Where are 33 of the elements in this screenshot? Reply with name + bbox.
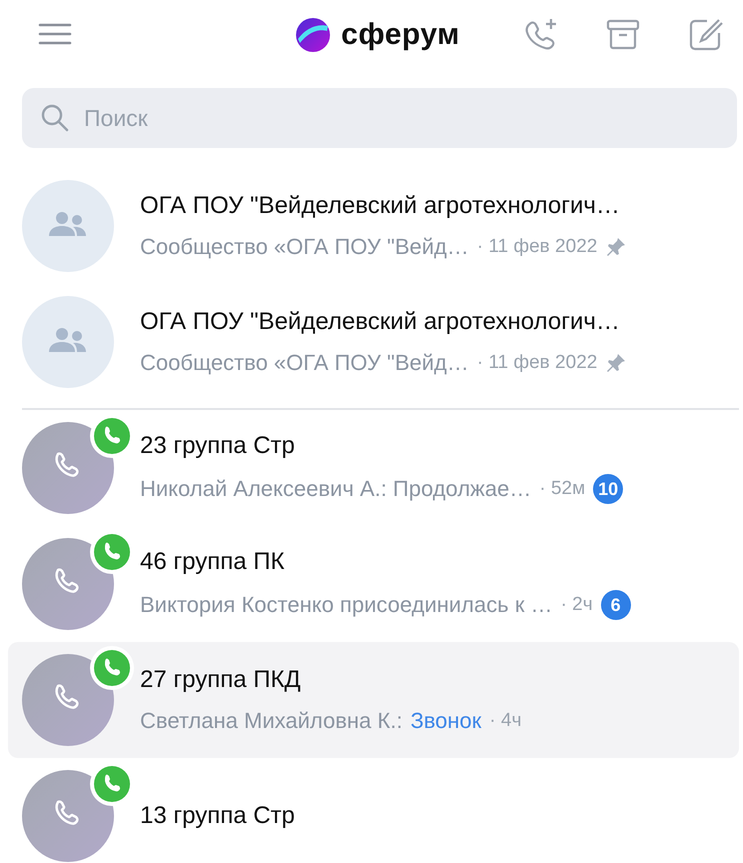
call-avatar-icon <box>22 422 114 514</box>
chat-title: ОГА ПОУ "Вейделевский агротехнологич… <box>140 308 621 336</box>
chat-preview: Светлана Михайловна К.: <box>140 708 402 734</box>
chat-item[interactable]: ОГА ПОУ "Вейделевский агротехнологич… Сообщество «ОГА ПОУ "Вейд… · 11 фев 2022 <box>0 284 743 400</box>
group-avatar-icon <box>22 180 114 272</box>
call-avatar-icon <box>22 538 114 630</box>
chat-title: 23 группа Стр <box>140 432 296 460</box>
chat-title: 27 группа ПКД <box>140 666 302 694</box>
chat-time: · 4ч <box>489 710 522 732</box>
chat-title: ОГА ПОУ "Вейделевский агротехнологич… <box>140 192 621 220</box>
chat-preview: Сообщество «ОГА ПОУ "Вейд… <box>140 234 469 260</box>
logo-icon <box>295 17 332 53</box>
search-field[interactable]: Поиск <box>22 88 737 148</box>
chat-time: · 11 фев 2022 <box>476 236 598 258</box>
chat-item[interactable]: 27 группа ПКД Светлана Михайловна К.: Звонок · 4ч <box>8 642 739 758</box>
chat-title: 13 группа Стр <box>140 802 295 830</box>
call-avatar-icon <box>22 654 114 746</box>
chat-preview: Сообщество «ОГА ПОУ "Вейд… <box>140 350 469 376</box>
chat-time: · 52м <box>539 478 586 500</box>
chat-item[interactable]: ОГА ПОУ "Вейделевский агротехнологич… Сообщество «ОГА ПОУ "Вейд… · 11 фев 2022 <box>0 168 743 284</box>
chat-item[interactable]: 13 группа Стр <box>0 758 743 863</box>
chat-title: 46 группа ПК <box>140 548 286 576</box>
chat-item[interactable]: 23 группа Стр Николай Алексеевич А.: Продолжае… · 52м 10 <box>0 410 743 526</box>
unread-count: 10 <box>593 474 624 504</box>
chat-preview: Николай Алексеевич А.: Продолжае… <box>140 476 532 502</box>
chat-time: · 11 фев 2022 <box>476 352 598 374</box>
chat-time: · 2ч <box>560 594 593 616</box>
chat-preview: Виктория Костенко присоединилась к … <box>140 592 553 618</box>
unread-count: 6 <box>600 590 631 620</box>
chat-item[interactable]: 46 группа ПК Виктория Костенко присоединилась к … · 2ч 6 <box>0 526 743 642</box>
menu-icon[interactable] <box>38 22 72 46</box>
group-avatar-icon <box>22 296 114 388</box>
logo-text: сферум <box>341 18 460 52</box>
